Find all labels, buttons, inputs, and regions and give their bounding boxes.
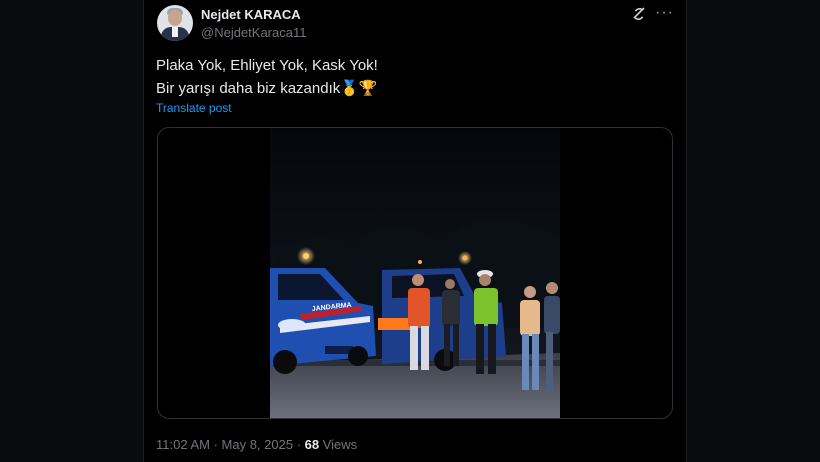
meta-separator: · — [209, 437, 222, 452]
tweet-card: Nejdet KARACA @NejdetKaraca11 ··· Plaka … — [143, 0, 687, 462]
video-player[interactable]: JANDARMA — [157, 127, 673, 419]
views-count: 68 — [304, 437, 320, 452]
video-frame[interactable]: JANDARMA — [270, 128, 560, 418]
grok-icon[interactable] — [631, 6, 647, 22]
tweet-text-line-2: Bir yarışı daha biz kazandık🥇🏆 — [156, 80, 378, 97]
avatar-face — [168, 10, 182, 26]
avatar-shirt — [172, 27, 178, 37]
more-icon[interactable]: ··· — [655, 4, 674, 22]
tweet-date[interactable]: May 8, 2025 — [222, 437, 294, 452]
tweet-time[interactable]: 11:02 AM — [156, 437, 210, 452]
author-handle[interactable]: @NejdetKaraca11 — [201, 25, 306, 40]
tweet-text-line-1: Plaka Yok, Ehliyet Yok, Kask Yok! — [156, 57, 378, 74]
translate-post-link[interactable]: Translate post — [156, 101, 232, 115]
views-label: Views — [319, 437, 358, 452]
tweet-meta: 11:02 AM · May 8, 2025 · 68 Views — [156, 437, 357, 452]
author-name[interactable]: Nejdet KARACA — [201, 7, 301, 22]
avatar[interactable] — [157, 5, 193, 41]
meta-separator: · — [293, 437, 305, 452]
